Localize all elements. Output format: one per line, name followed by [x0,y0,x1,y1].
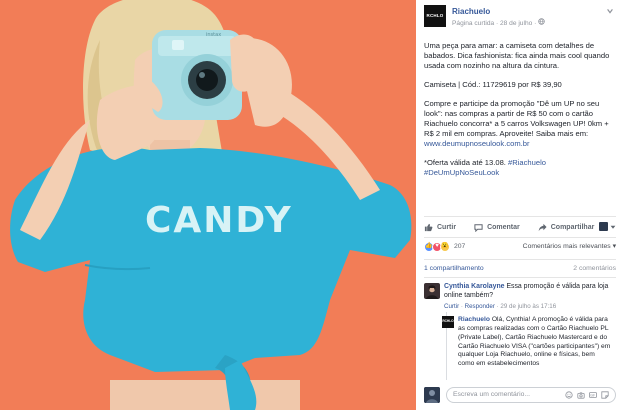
promo-link[interactable]: www.deumupnoseulook.com.br [424,139,530,148]
globe-icon [538,18,545,25]
camera-brand: instax [206,32,221,38]
current-user-avatar [424,387,440,403]
post-photo[interactable]: CANDY instax [0,0,416,410]
shares-link[interactable]: 1 compartilhamento [424,265,484,274]
svg-text:GIF: GIF [590,393,595,397]
divider [424,259,616,260]
comment-label: Comentar [487,224,520,232]
camera-icon[interactable] [577,391,585,399]
page-name-link[interactable]: Riachuelo [452,7,490,18]
reply-text: Olá, Cynthia! A promoção é válida para a… [458,316,611,368]
chevron-down-icon[interactable] [606,7,614,15]
wow-reaction-icon[interactable]: 😮 [440,242,450,252]
share-label: Compartilhar [550,224,595,232]
reactions-row: 👍 ♥ 😮 207 Comentários mais relevantes ▾ [424,242,616,254]
comment-body: Cynthia Karolayne Essa promoção é válida… [444,283,614,311]
comment-input-placeholder: Escreva um comentário... [453,391,531,398]
divider [424,237,616,238]
shirt-text: CANDY [145,200,293,241]
divider [424,277,616,278]
comment-reply-link[interactable]: Responder [465,303,495,310]
hashtag-riachuelo[interactable]: #Riachuelo [508,158,546,167]
page-avatar[interactable]: RCHLO [424,5,446,27]
post-paragraph-4: *Oferta válida até 13.08. #Riachuelo #DeU… [424,158,547,178]
post-meta: Página curtida · 28 de julho · [452,18,545,29]
comment-input[interactable]: Escreva um comentário... GIF [446,387,616,403]
post-paragraph-1: Uma peça para amar: a camiseta com detal… [424,41,610,71]
reply-body: Riachuelo Olá, Cynthia! A promoção é vál… [458,316,612,369]
comment-author[interactable]: Cynthia Karolayne [444,283,505,290]
write-comment-row: Escreva um comentário... GIF [424,386,616,404]
gif-icon[interactable]: GIF [589,391,597,399]
share-icon [538,224,547,232]
share-button[interactable]: Compartilhar [538,223,595,232]
like-button[interactable]: Curtir [424,223,456,232]
divider [424,216,616,217]
comment-sort-dropdown[interactable]: Comentários mais relevantes ▾ [523,243,616,252]
commenter-avatar[interactable] [424,283,440,299]
user-avatar-small [599,222,608,231]
comments-count[interactable]: 2 comentários [573,265,616,274]
comment-time[interactable]: 29 de julho às 17:16 [500,303,556,310]
comment-input-icons: GIF [561,391,609,399]
post-timestamp[interactable]: Página curtida · 28 de julho · [452,20,538,27]
reaction-count[interactable]: 207 [454,243,465,252]
comment-icon [474,224,483,233]
action-bar: Curtir Comentar Compartilhar [424,221,616,235]
like-label: Curtir [437,224,457,232]
emoji-icon[interactable] [565,391,573,399]
sticker-icon[interactable] [601,391,609,399]
post-paragraph-3: Compre e participe da promoção "Dê um UP… [424,99,609,149]
reply-avatar[interactable]: RCHLO [442,316,454,328]
reply-author[interactable]: Riachuelo [458,316,490,323]
thumbs-up-icon [424,224,433,232]
comment-button[interactable]: Comentar [474,223,520,233]
post-paragraph-2: Camiseta | Cód.: 11729619 por R$ 39,90 [424,80,562,90]
post-as-selector[interactable] [599,222,616,231]
post-panel: RCHLO Riachuelo Página curtida · 28 de j… [416,0,620,410]
post-text: Uma peça para amar: a camiseta com detal… [424,41,612,187]
caret-down-icon [610,225,616,229]
comment-meta: Curtir · Responder · 29 de julho às 17:1… [444,302,557,310]
hashtag-deumup[interactable]: #DeUmUpNoSeuLook [424,168,499,177]
post-header: RCHLO Riachuelo Página curtida · 28 de j… [424,5,614,29]
photo-illustration: CANDY instax [0,0,416,410]
comment-like-link[interactable]: Curtir [444,303,459,310]
